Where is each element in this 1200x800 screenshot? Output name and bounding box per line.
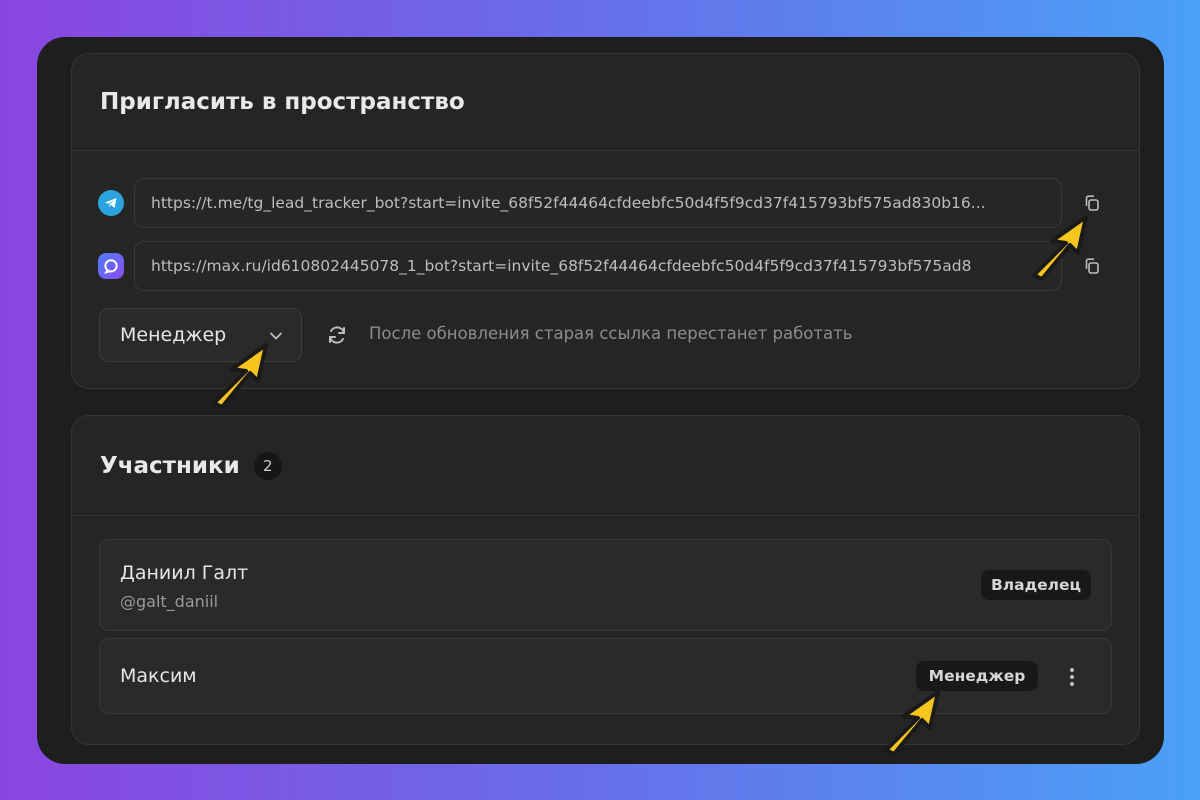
invite-title: Пригласить в пространство — [100, 89, 465, 115]
member-name: Даниил Галт — [120, 562, 249, 584]
max-messenger-icon — [98, 253, 124, 279]
annotation-arrow-icon — [1032, 215, 1088, 281]
members-card: Участники 2 Даниил Галт @galt_daniil Вла… — [71, 415, 1140, 745]
member-row: Даниил Галт @galt_daniil Владелец — [99, 539, 1112, 631]
annotation-arrow-icon — [212, 343, 268, 409]
telegram-invite-link-field[interactable]: https://t.me/tg_lead_tracker_bot?start=i… — [134, 178, 1062, 228]
max-link-row: https://max.ru/id610802445078_1_bot?star… — [98, 241, 1106, 291]
max-invite-link-field[interactable]: https://max.ru/id610802445078_1_bot?star… — [134, 241, 1062, 291]
more-options-icon[interactable] — [1061, 665, 1083, 689]
member-row: Максим Менеджер — [99, 638, 1112, 714]
member-name: Максим — [120, 665, 197, 687]
annotation-arrow-icon — [884, 690, 940, 756]
invite-header: Пригласить в пространство — [72, 54, 1139, 151]
telegram-link-row: https://t.me/tg_lead_tracker_bot?start=i… — [98, 178, 1106, 228]
member-handle: @galt_daniil — [120, 592, 219, 611]
refresh-icon[interactable] — [324, 322, 350, 348]
telegram-icon — [98, 190, 124, 216]
members-header: Участники 2 — [72, 416, 1139, 516]
member-role-badge: Владелец — [981, 570, 1091, 600]
members-title: Участники — [100, 452, 240, 479]
refresh-warning-text: После обновления старая ссылка перестане… — [369, 324, 853, 343]
members-count-badge: 2 — [253, 451, 282, 480]
